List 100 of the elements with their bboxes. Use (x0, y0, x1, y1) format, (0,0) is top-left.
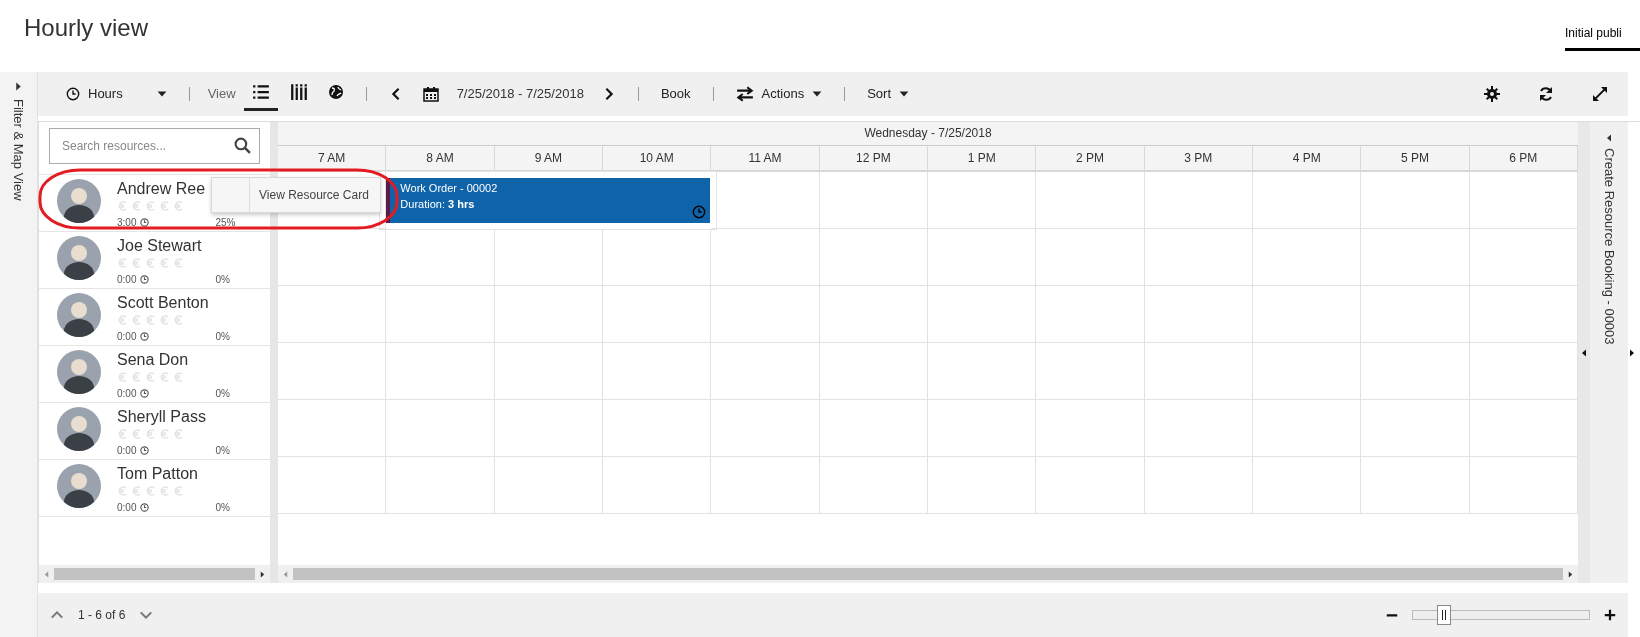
booking-panel[interactable]: Create Resource Booking - 00003 (1590, 121, 1628, 584)
sort-dropdown[interactable]: Sort (859, 76, 917, 111)
book-button[interactable]: Book (652, 76, 699, 111)
period-dropdown[interactable]: Hours (58, 76, 175, 111)
schedule-cell[interactable] (603, 456, 712, 514)
schedule-cell[interactable] (711, 456, 820, 514)
schedule-cell[interactable] (1144, 285, 1253, 343)
schedule-cell[interactable] (928, 456, 1037, 514)
schedule-cell[interactable] (603, 285, 712, 343)
rating-star-icon (173, 427, 185, 440)
rating-star-icon (131, 427, 143, 440)
rating-star-icon (131, 199, 143, 212)
hour-header: 5 PM (1361, 145, 1470, 172)
schedule-cell[interactable] (819, 285, 928, 343)
schedule-cell[interactable] (278, 399, 387, 457)
schedule-cell[interactable] (928, 285, 1037, 343)
schedule-cell[interactable] (1144, 399, 1253, 457)
schedule-cell[interactable] (278, 456, 387, 514)
schedule-cell[interactable] (1361, 456, 1470, 514)
rating-star-icon (159, 199, 171, 212)
swap-arrows-icon (735, 84, 754, 103)
rating-star-icon (159, 484, 171, 497)
rating-star-icon (117, 256, 129, 269)
schedule-cell[interactable] (278, 342, 387, 400)
resource-name: Tom Patton (117, 463, 199, 483)
gear-icon (1484, 85, 1500, 102)
schedule-cell[interactable] (1036, 228, 1145, 286)
avatar-icon (57, 406, 101, 451)
schedule-cell[interactable] (1144, 171, 1253, 229)
rating-star-icon (173, 256, 185, 269)
schedule-cell[interactable] (386, 399, 495, 457)
schedule-cell[interactable] (711, 228, 820, 286)
slider-thumb[interactable] (1437, 605, 1452, 626)
schedule-cell[interactable] (928, 228, 1037, 286)
booking-title: Work Order - 00002 (400, 181, 499, 194)
actions-dropdown[interactable]: Actions (727, 76, 831, 111)
schedule-cell[interactable] (386, 285, 495, 343)
schedule-cell[interactable] (819, 171, 928, 229)
schedule-cell[interactable] (928, 399, 1037, 457)
schedule-cell[interactable] (1361, 342, 1470, 400)
schedule-cell[interactable] (1144, 456, 1253, 514)
schedule-cell[interactable] (494, 342, 603, 400)
resource-name: Sheryll Pass (117, 406, 207, 426)
rating-star-icon (173, 484, 185, 497)
resource-row[interactable]: Joe Stewart 0:00 0% (39, 231, 270, 289)
schedule-cell[interactable] (1036, 399, 1145, 457)
schedule-cell[interactable] (1036, 342, 1145, 400)
resource-row[interactable]: Sheryll Pass 0:00 0% (39, 402, 270, 460)
schedule-cell[interactable] (1253, 399, 1362, 457)
schedule-cell[interactable] (494, 399, 603, 457)
schedule-cell[interactable] (819, 456, 928, 514)
resource-row[interactable]: Scott Benton 0:00 0% (39, 288, 270, 346)
horizontal-scrollbar[interactable] (278, 565, 1578, 584)
schedule-cell[interactable] (386, 342, 495, 400)
schedule-cell[interactable] (819, 342, 928, 400)
collapse-strip[interactable] (1578, 121, 1590, 584)
schedule-cell[interactable] (1144, 342, 1253, 400)
search-field[interactable]: Search resources... (49, 127, 260, 164)
utilization: 0% (215, 387, 230, 400)
schedule-cell[interactable] (1361, 285, 1470, 343)
schedule-cell[interactable] (603, 399, 712, 457)
resource-row[interactable]: Tom Patton 0:00 0% (39, 459, 270, 517)
schedule-cell[interactable] (711, 342, 820, 400)
schedule-cell[interactable] (278, 228, 387, 286)
header-tab[interactable]: Initial publi (1565, 20, 1640, 51)
schedule-cell[interactable] (928, 342, 1037, 400)
schedule-cell[interactable] (494, 456, 603, 514)
hour-header: 8 AM (386, 145, 495, 172)
schedule-cell[interactable] (1036, 171, 1145, 229)
schedule-cell[interactable] (1361, 228, 1470, 286)
schedule-cell[interactable] (1361, 399, 1470, 457)
schedule-cell[interactable] (494, 285, 603, 343)
menu-item[interactable]: View Resource Card (250, 177, 380, 212)
schedule-cell[interactable] (819, 228, 928, 286)
schedule-cell[interactable] (1253, 285, 1362, 343)
schedule-cell[interactable] (1036, 456, 1145, 514)
filter-rail[interactable]: Filter & Map View (0, 72, 38, 637)
scroll-left-icon (282, 570, 289, 578)
schedule-cell[interactable] (711, 399, 820, 457)
schedule-cell[interactable] (928, 171, 1037, 229)
horizontal-scrollbar[interactable] (39, 565, 270, 584)
schedule-cell[interactable] (1253, 171, 1362, 229)
schedule-cell[interactable] (1144, 228, 1253, 286)
zoom-slider[interactable] (1412, 604, 1590, 627)
schedule-cell[interactable] (1036, 285, 1145, 343)
schedule-cell[interactable] (278, 285, 387, 343)
booked-hours: 0:00 (117, 501, 137, 514)
panel-label: Create Resource Booking - 00003 (1601, 147, 1617, 345)
schedule-cell[interactable] (1253, 456, 1362, 514)
schedule-cell[interactable] (1361, 171, 1470, 229)
schedule-cell[interactable] (386, 456, 495, 514)
calendar-icon (422, 85, 439, 102)
clock-icon (140, 275, 150, 285)
schedule-cell[interactable] (711, 285, 820, 343)
schedule-cell[interactable] (1253, 342, 1362, 400)
schedule-cell[interactable] (603, 342, 712, 400)
resource-row[interactable]: Sena Don 0:00 0% (39, 345, 270, 403)
rating-star-icon (159, 427, 171, 440)
schedule-cell[interactable] (819, 399, 928, 457)
schedule-cell[interactable] (1253, 228, 1362, 286)
